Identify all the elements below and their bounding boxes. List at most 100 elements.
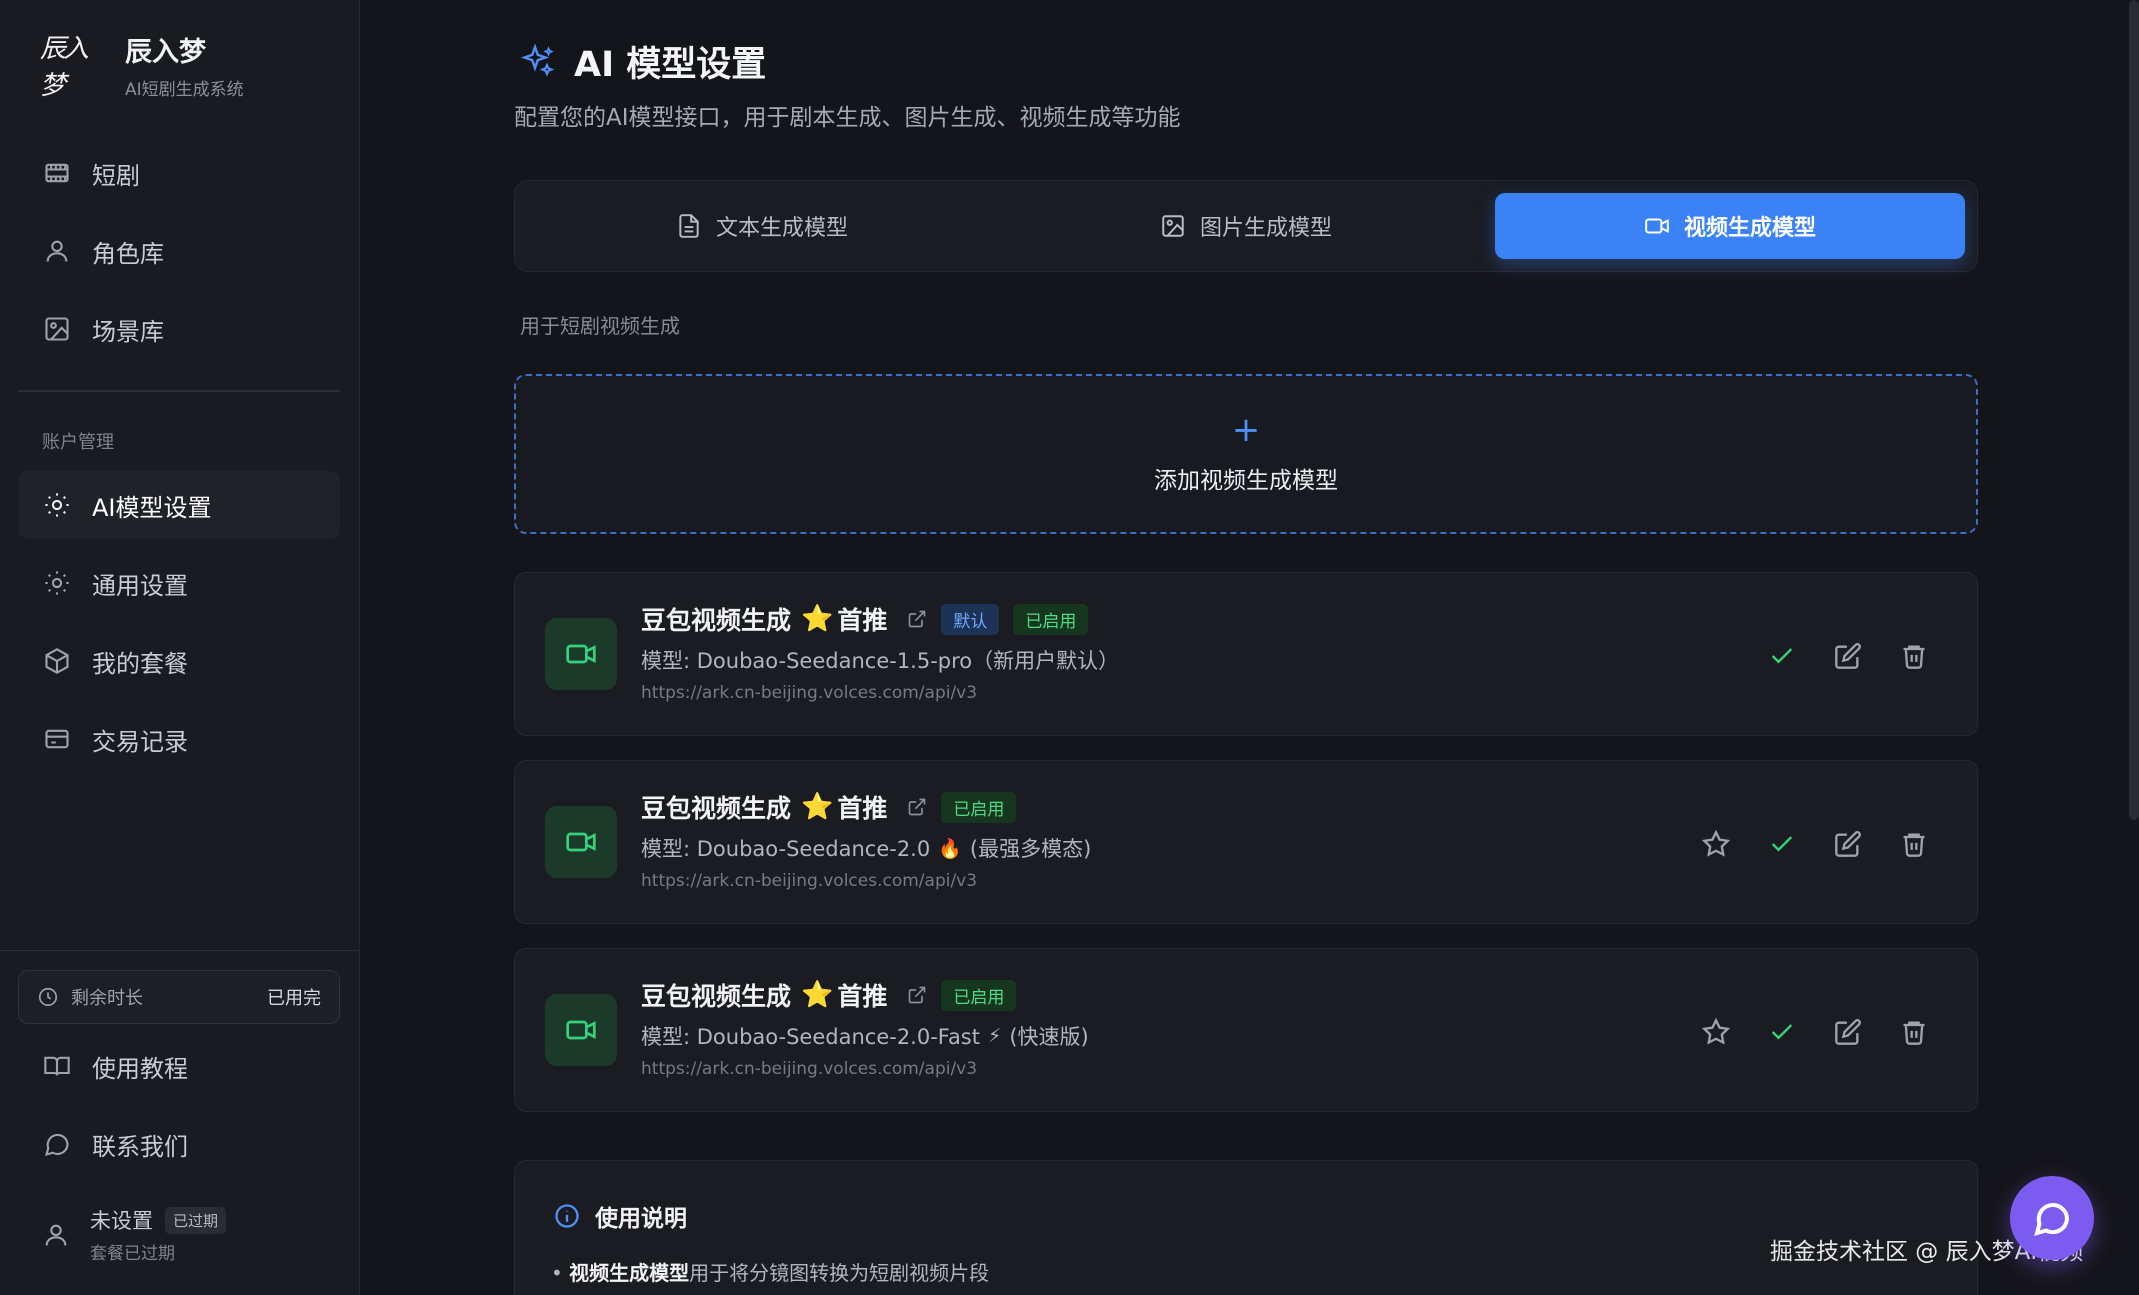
model-card: 豆包视频生成 ⭐ 首推 已启用 模型: Doubao-Seedance-2.0 … <box>514 760 1978 924</box>
model-id: 模型: Doubao-Seedance-2.0-Fast ⚡ (快速版) <box>641 1025 1089 1049</box>
user-name: 未设置 <box>90 1209 153 1233</box>
model-card: 豆包视频生成 ⭐ 首推 默认 已启用 模型: Doubao-Seedance-1… <box>514 572 1978 736</box>
sidebar-item-tutorial[interactable]: 使用教程 <box>18 1032 340 1100</box>
book-icon <box>42 1051 72 1081</box>
remaining-value: 已用完 <box>267 988 321 1009</box>
model-name: 豆包视频生成 <box>641 982 792 1011</box>
recommend-label: 首推 <box>837 606 888 635</box>
recommend-label: 首推 <box>837 982 888 1011</box>
user-icon <box>45 1224 67 1246</box>
video-icon <box>545 806 617 878</box>
sidebar-item-label: 联系我们 <box>92 1132 188 1161</box>
check-icon <box>1771 1024 1793 1040</box>
edit-button[interactable] <box>1825 821 1871 867</box>
brand[interactable]: 辰入梦 辰入梦 AI短剧生成系统 <box>40 30 244 101</box>
page-scrollbar[interactable] <box>2129 0 2139 820</box>
sidebar-item-my-plan[interactable]: 我的套餐 <box>18 627 340 695</box>
enabled-badge: 已启用 <box>941 979 1017 1011</box>
usage-notes: 使用说明 • 视频生成模型用于将分镜图转换为短剧视频片段 <box>514 1160 1978 1295</box>
sidebar-item-label: 场景库 <box>92 317 164 346</box>
external-link-icon[interactable] <box>907 985 927 1005</box>
check-icon <box>1771 836 1793 852</box>
recommend-label: 首推 <box>837 794 888 823</box>
sidebar-item-label: AI模型设置 <box>92 493 212 522</box>
tab-description: 用于短剧视频生成 <box>520 314 680 338</box>
enable-toggle-button[interactable] <box>1759 821 1805 867</box>
film-icon <box>42 158 72 188</box>
edit-button[interactable] <box>1825 1009 1871 1055</box>
card-icon <box>42 724 72 754</box>
video-icon <box>1645 218 1669 234</box>
sidebar-item-characters[interactable]: 角色库 <box>18 217 340 285</box>
sun-icon <box>42 568 72 598</box>
video-icon <box>545 618 617 690</box>
box-icon <box>42 646 72 676</box>
trash-icon <box>1903 1021 1925 1045</box>
clock-icon <box>38 987 58 1007</box>
sidebar-item-scenes[interactable]: 场景库 <box>18 295 340 363</box>
tab-image-model[interactable]: 图片生成模型 <box>1011 193 1481 259</box>
set-default-button[interactable] <box>1693 821 1739 867</box>
external-link-icon[interactable] <box>907 797 927 817</box>
sidebar-item-label: 角色库 <box>92 239 164 268</box>
sidebar-item-contact[interactable]: 联系我们 <box>18 1110 340 1178</box>
sidebar-item-transactions[interactable]: 交易记录 <box>18 705 340 773</box>
user-icon <box>42 236 72 266</box>
model-name: 豆包视频生成 <box>641 606 792 635</box>
delete-button[interactable] <box>1891 821 1937 867</box>
edit-icon <box>1835 1019 1861 1045</box>
video-icon <box>545 994 617 1066</box>
remaining-time[interactable]: 剩余时长 已用完 <box>18 970 340 1024</box>
star-emoji-icon: ⭐ <box>801 604 834 634</box>
model-type-tabs: 文本生成模型 图片生成模型 视频生成模型 <box>514 180 1978 272</box>
tab-video-model[interactable]: 视频生成模型 <box>1495 193 1965 259</box>
delete-button[interactable] <box>1891 633 1937 679</box>
add-model-label: 添加视频生成模型 <box>1154 468 1338 494</box>
image-icon <box>42 314 72 344</box>
chat-icon <box>42 1129 72 1159</box>
sidebar-item-dramas[interactable]: 短剧 <box>18 139 340 207</box>
star-emoji-icon: ⭐ <box>801 980 834 1010</box>
sidebar-item-label: 使用教程 <box>92 1054 188 1083</box>
edit-button[interactable] <box>1825 633 1871 679</box>
sidebar-divider <box>18 390 340 392</box>
brand-subtitle: AI短剧生成系统 <box>125 80 244 100</box>
user-plan-status: 套餐已过期 <box>90 1244 175 1264</box>
enabled-badge: 已启用 <box>941 791 1017 823</box>
delete-button[interactable] <box>1891 1009 1937 1055</box>
sidebar-bottom-divider <box>0 950 360 951</box>
tab-text-model[interactable]: 文本生成模型 <box>527 193 997 259</box>
model-url: https://ark.cn-beijing.volces.com/api/v3 <box>641 871 978 891</box>
model-url: https://ark.cn-beijing.volces.com/api/v3 <box>641 1059 978 1079</box>
chat-icon <box>2034 1203 2070 1236</box>
check-icon <box>1771 648 1793 664</box>
info-icon <box>555 1204 579 1228</box>
enable-toggle-button[interactable] <box>1759 633 1805 679</box>
chat-support-button[interactable] <box>2010 1176 2094 1260</box>
model-id: 模型: Doubao-Seedance-2.0 🔥 (最强多模态) <box>641 837 1092 861</box>
model-id: 模型: Doubao-Seedance-1.5-pro（新用户默认） <box>641 649 1120 673</box>
model-url: https://ark.cn-beijing.volces.com/api/v3 <box>641 683 978 703</box>
trash-icon <box>1903 833 1925 857</box>
fire-icon: 🔥 <box>938 837 962 860</box>
user-profile[interactable]: 未设置 已过期 套餐已过期 <box>42 1205 227 1264</box>
plus-icon: + <box>1231 410 1261 450</box>
trash-icon <box>1903 645 1925 669</box>
star-icon <box>1702 1018 1730 1045</box>
sidebar-item-label: 短剧 <box>92 161 140 190</box>
set-default-button[interactable] <box>1693 1009 1739 1055</box>
default-badge: 默认 <box>941 603 1000 635</box>
usage-title: 使用说明 <box>553 1199 687 1233</box>
enable-toggle-button[interactable] <box>1759 1009 1805 1055</box>
external-link-icon[interactable] <box>907 609 927 629</box>
model-card: 豆包视频生成 ⭐ 首推 已启用 模型: Doubao-Seedance-2.0-… <box>514 948 1978 1112</box>
sidebar-item-label: 通用设置 <box>92 571 188 600</box>
expired-badge: 已过期 <box>165 1206 227 1234</box>
sidebar-item-ai-model-settings[interactable]: AI模型设置 <box>18 471 340 539</box>
add-video-model-button[interactable]: + 添加视频生成模型 <box>514 374 1978 534</box>
star-icon <box>1702 830 1730 857</box>
brand-name: 辰入梦 <box>125 37 206 68</box>
sidebar-item-general-settings[interactable]: 通用设置 <box>18 549 340 617</box>
file-text-icon <box>679 214 699 238</box>
usage-line: • 视频生成模型用于将分镜图转换为短剧视频片段 <box>551 1261 990 1285</box>
